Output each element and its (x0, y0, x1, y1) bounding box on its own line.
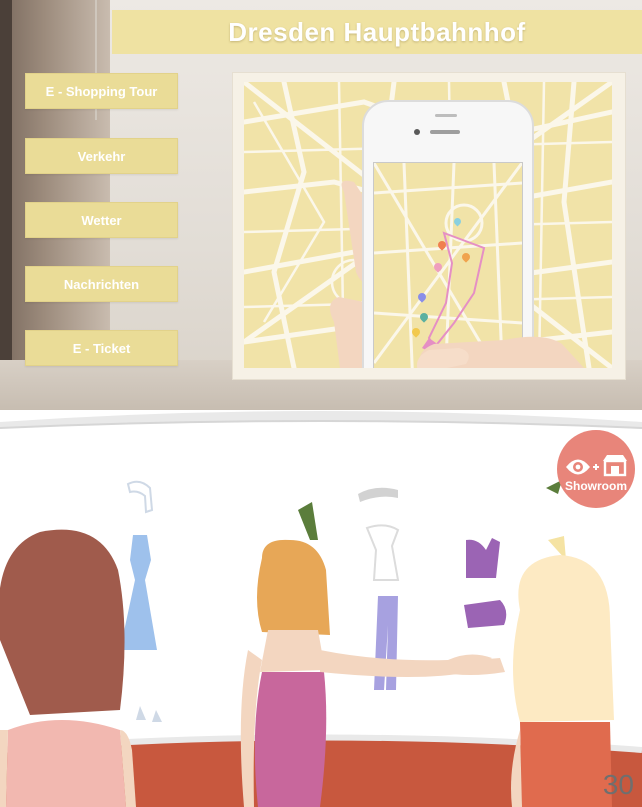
top-panel: Dresden Hauptbahnhof E - Shopping Tour V… (0, 0, 642, 410)
menu-button-nachrichten[interactable]: Nachrichten (25, 266, 178, 302)
hat-display (358, 487, 398, 502)
purple-top-display (466, 538, 500, 578)
title-bar: Dresden Hauptbahnhof (112, 10, 642, 54)
showroom-scene (0, 411, 642, 807)
purple-bottom-display (464, 600, 507, 628)
menu-button-shopping-tour[interactable]: E - Shopping Tour (25, 73, 178, 109)
woman-brown-hair (0, 529, 136, 807)
thumb-illustration (417, 336, 584, 368)
dress-display (120, 480, 162, 722)
menu-button-wetter[interactable]: Wetter (25, 202, 178, 238)
page-title: Dresden Hauptbahnhof (228, 16, 526, 47)
showroom-button[interactable]: Showroom (557, 430, 635, 508)
menu-button-verkehr[interactable]: Verkehr (25, 138, 178, 174)
city-map[interactable] (244, 82, 612, 368)
bottom-panel: Showroom 30 (0, 410, 642, 807)
page-number: 30 (602, 769, 634, 800)
eye-plus-store-icon (566, 455, 627, 477)
menu-button-e-ticket[interactable]: E - Ticket (25, 330, 178, 366)
showroom-label: Showroom (565, 479, 627, 493)
wall-shadow (0, 0, 12, 410)
